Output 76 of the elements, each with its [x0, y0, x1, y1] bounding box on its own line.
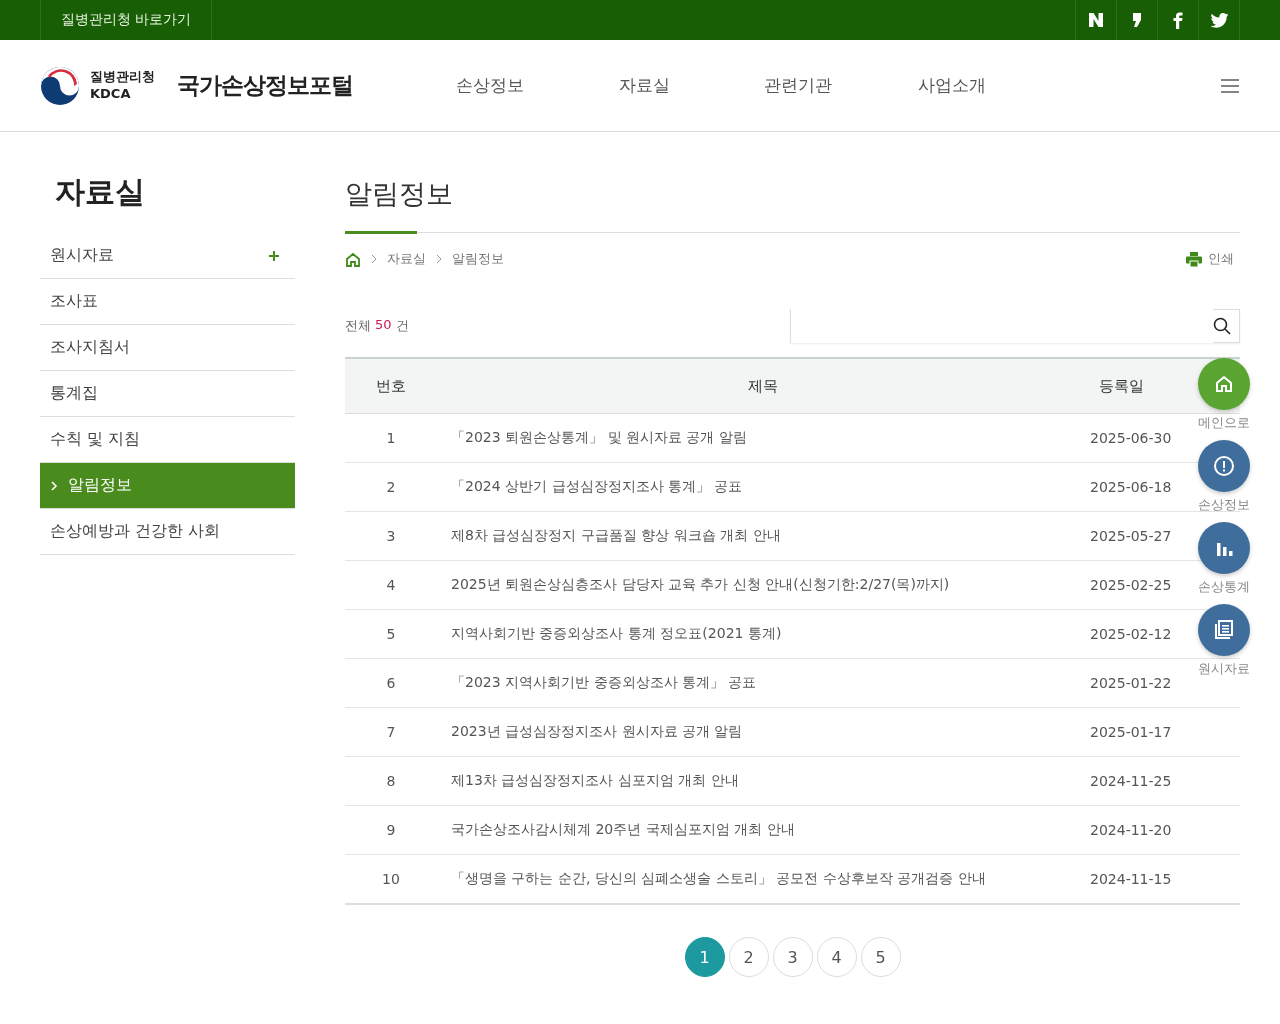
page-button[interactable]: 2: [728, 937, 769, 977]
table-cell: 2024-11-15: [1089, 854, 1240, 904]
notice-title-link[interactable]: 「생명을 구하는 순간, 당신의 심폐소생술 스토리」 공모전 수상후보작 공개검증 안내: [437, 854, 1089, 904]
blog-n-icon[interactable]: [1088, 12, 1104, 28]
notice-title-link[interactable]: 「2023 지역사회기반 중증외상조사 통계」 공표: [437, 658, 1089, 708]
alert-icon: [1213, 455, 1235, 477]
page-title: 알림정보: [345, 176, 1240, 233]
quick-menu-label: 손상통계: [1198, 578, 1250, 596]
table-cell: 8: [345, 756, 437, 806]
sidebar-item[interactable]: 조사지침서: [40, 325, 295, 371]
chevron-right-icon: [50, 480, 58, 491]
table-cell: 1: [345, 413, 437, 463]
quick-menu-label: 손상정보: [1198, 496, 1250, 514]
document-icon: [1213, 619, 1235, 641]
table-cell: 5: [345, 609, 437, 659]
column-header: 제목: [437, 358, 1089, 414]
agency-abbreviation: KDCA: [90, 85, 132, 103]
shortcut-link[interactable]: 질병관리청 바로가기: [40, 0, 213, 40]
sidebar-item[interactable]: 조사표: [40, 279, 295, 325]
notice-title-link[interactable]: 「2023 퇴원손상통계」 및 원시자료 공개 알림: [437, 413, 1089, 463]
sidebar-item[interactable]: 원시자료: [40, 233, 295, 279]
notice-title-link[interactable]: 2023년 급성심장정지조사 원시자료 공개 알림: [437, 707, 1089, 757]
sidebar-title: 자료실: [55, 173, 146, 211]
nav-link[interactable]: 자료실: [567, 74, 721, 97]
breadcrumb-link[interactable]: 자료실: [387, 250, 426, 268]
table-cell: 6: [345, 658, 437, 708]
table-cell: 4: [345, 560, 437, 610]
notice-title-link[interactable]: 지역사회기반 중증외상조사 통계 정오표(2021 통계): [437, 609, 1089, 659]
print-button[interactable]: 인쇄: [1180, 249, 1240, 269]
table-cell: 2024-11-25: [1089, 756, 1240, 806]
sidebar-item[interactable]: 알림정보: [40, 463, 295, 509]
portal-title[interactable]: 국가손상정보포털: [177, 70, 353, 101]
column-header: 번호: [345, 358, 437, 414]
taegeuk-logo-icon: [40, 65, 80, 106]
quick-menu-button[interactable]: [1198, 522, 1250, 574]
agency-name: 질병관리청: [90, 68, 155, 86]
breadcrumb-link[interactable]: 알림정보: [452, 250, 504, 268]
search-icon[interactable]: [1213, 317, 1231, 335]
total-label: 전체: [345, 317, 371, 335]
notice-title-link[interactable]: 제8차 급성심장정지 구급품질 향상 워크숍 개최 안내: [437, 511, 1089, 561]
page-button[interactable]: 3: [772, 937, 813, 977]
quick-menu-button[interactable]: [1198, 604, 1250, 656]
search-field[interactable]: [790, 309, 1240, 343]
quick-menu-button[interactable]: [1198, 440, 1250, 492]
total-unit: 건: [395, 317, 409, 335]
quick-menu-label: 원시자료: [1198, 660, 1250, 678]
table-cell: 2024-11-20: [1089, 805, 1240, 855]
nav-link[interactable]: 사업소개: [875, 74, 1029, 97]
table-cell: 9: [345, 805, 437, 855]
notice-title-link[interactable]: 「2024 상반기 급성심장정지조사 통계」 공표: [437, 462, 1089, 512]
facebook-icon[interactable]: [1173, 11, 1183, 29]
page-button[interactable]: 5: [860, 937, 901, 977]
home-icon: [1214, 374, 1234, 394]
nav-link[interactable]: 손상정보: [413, 74, 567, 97]
table-cell: 7: [345, 707, 437, 757]
notice-title-link[interactable]: 국가손상조사감시체계 20주년 국제심포지엄 개최 안내: [437, 805, 1089, 855]
nav-link[interactable]: 관련기관: [721, 74, 875, 97]
twitter-icon[interactable]: [1209, 12, 1229, 28]
sidebar-item[interactable]: 손상예방과 건강한 사회: [40, 509, 295, 555]
table-cell: 2025-01-17: [1089, 707, 1240, 757]
printer-icon: [1186, 251, 1202, 267]
chevron-right-icon: [371, 254, 377, 264]
notice-title-link[interactable]: 2025년 퇴원손상심층조사 담당자 교육 추가 신청 안내(신청기한:2/27(목)까지): [437, 560, 1089, 610]
menu-icon[interactable]: [1220, 77, 1240, 94]
quick-menu-label: 메인으로: [1198, 414, 1250, 432]
home-icon[interactable]: [345, 251, 361, 267]
table-cell: 3: [345, 511, 437, 561]
table-cell: 2: [345, 462, 437, 512]
plus-icon[interactable]: [269, 250, 279, 261]
page-button[interactable]: 4: [816, 937, 857, 977]
comma-icon[interactable]: [1132, 12, 1142, 28]
chevron-right-icon: [436, 254, 442, 264]
sidebar-item[interactable]: 통계집: [40, 371, 295, 417]
total-count: 50: [375, 317, 392, 334]
notice-title-link[interactable]: 제13차 급성심장정지조사 심포지엄 개최 안내: [437, 756, 1089, 806]
table-cell: 10: [345, 854, 437, 904]
